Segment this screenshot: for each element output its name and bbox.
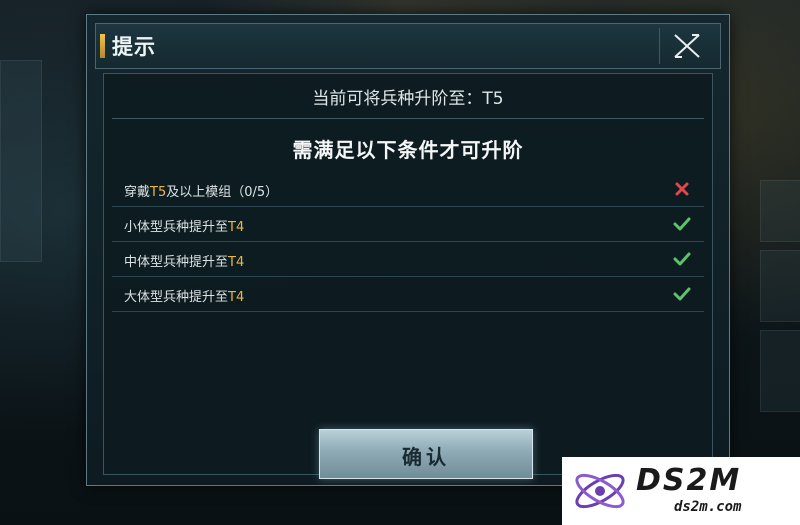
upgrade-target-text: 当前可将兵种升阶至：T5 bbox=[312, 89, 504, 109]
close-button[interactable] bbox=[659, 28, 716, 64]
dialog-content: 当前可将兵种升阶至：T5 需满足以下条件才可升阶 穿戴T5及以上模组（0/5） … bbox=[103, 73, 713, 479]
upgrade-dialog: 提示 当前可将兵种升阶至：T5 需满足以下条件才可升阶 穿戴T5及以上模组（0/… bbox=[86, 14, 730, 486]
divider bbox=[112, 118, 704, 119]
title-accent bbox=[100, 34, 105, 58]
requirement-label: 穿戴T5及以上模组（0/5） bbox=[124, 185, 279, 200]
watermark-brand: DS2M bbox=[636, 463, 742, 498]
watermark: DS2M ds2m.com bbox=[562, 457, 800, 525]
requirement-label: 大体型兵种提升至T4 bbox=[124, 290, 245, 305]
confirm-button[interactable]: 确认 bbox=[319, 429, 533, 479]
requirement-row: 中体型兵种提升至T4 bbox=[112, 242, 704, 277]
requirements-title: 需满足以下条件才可升阶 bbox=[292, 138, 524, 162]
requirement-label: 中体型兵种提升至T4 bbox=[124, 255, 245, 270]
check-icon bbox=[673, 252, 691, 266]
requirement-label: 小体型兵种提升至T4 bbox=[124, 220, 245, 235]
cross-icon bbox=[675, 182, 689, 196]
requirement-row: 大体型兵种提升至T4 bbox=[112, 277, 704, 312]
check-icon bbox=[673, 217, 691, 231]
requirements-list: 穿戴T5及以上模组（0/5） 小体型兵种提升至T4 中体型兵种提升至T4 大体型… bbox=[112, 172, 704, 312]
dialog-title-bar: 提示 bbox=[95, 23, 721, 69]
close-icon[interactable] bbox=[672, 32, 702, 60]
requirement-row: 小体型兵种提升至T4 bbox=[112, 207, 704, 242]
check-icon bbox=[673, 287, 691, 301]
dialog-title: 提示 bbox=[112, 34, 156, 59]
confirm-button-label: 确认 bbox=[402, 445, 450, 469]
requirement-row: 穿戴T5及以上模组（0/5） bbox=[112, 172, 704, 207]
atom-logo-icon bbox=[575, 473, 625, 509]
watermark-url: ds2m.com bbox=[674, 499, 742, 515]
